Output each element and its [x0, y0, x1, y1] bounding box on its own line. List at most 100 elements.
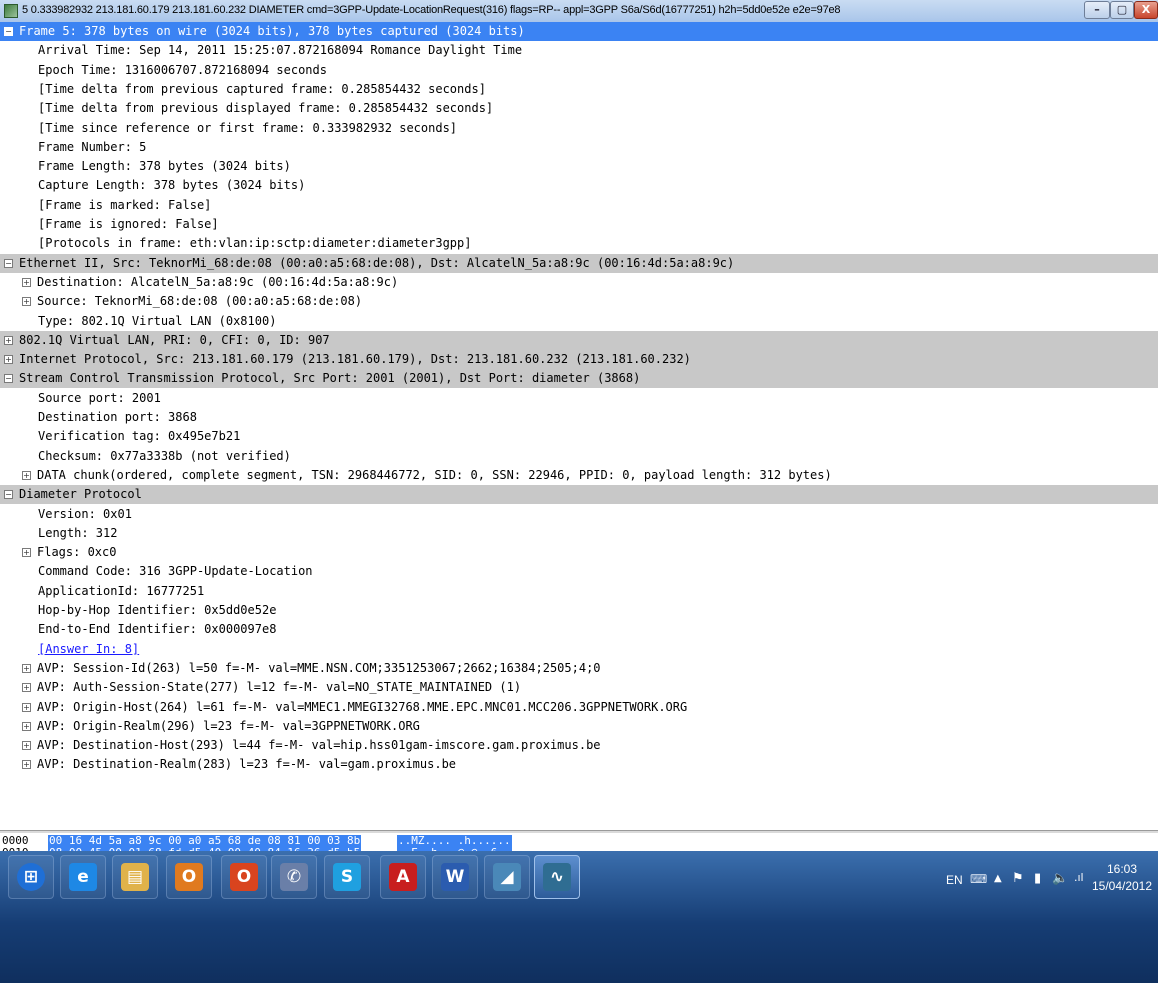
expand-icon[interactable]: + — [22, 470, 31, 480]
volume-icon[interactable]: 🔈 — [1052, 871, 1068, 886]
wireshark-icon[interactable]: ∿ — [534, 855, 580, 899]
word-icon-glyph: W — [441, 863, 469, 891]
tree-row[interactable]: Verification tag: 0x495e7b21 — [0, 427, 1158, 446]
battery-icon[interactable]: ▮ — [1034, 871, 1041, 886]
minimize-button[interactable]: – — [1084, 1, 1110, 19]
tree-row[interactable]: + AVP: Session-Id(263) l=50 f=-M- val=MME… — [0, 659, 1158, 678]
tree-row[interactable]: + DATA chunk(ordered, complete segment, T… — [0, 466, 1158, 485]
tree-row[interactable]: Hop-by-Hop Identifier: 0x5dd0e52e — [0, 601, 1158, 620]
file-explorer-icon[interactable]: ▤ — [112, 855, 158, 899]
tree-row[interactable]: Frame Length: 378 bytes (3024 bits) — [0, 157, 1158, 176]
tree-row[interactable]: [Frame is marked: False] — [0, 196, 1158, 215]
hex-ascii: ..MZ.... .h...... — [397, 834, 512, 847]
internet-explorer-icon-glyph: e — [69, 863, 97, 891]
tree-row-text: 802.1Q Virtual LAN, PRI: 0, CFI: 0, ID: … — [19, 332, 330, 347]
tree-row[interactable]: [Time since reference or first frame: 0.… — [0, 119, 1158, 138]
tree-row[interactable]: + Flags: 0xc0 — [0, 543, 1158, 562]
tree-row[interactable]: Source port: 2001 — [0, 389, 1158, 408]
office-o-icon[interactable]: O — [221, 855, 267, 899]
tree-row-text: [Time delta from previous displayed fram… — [38, 101, 494, 116]
tree-row[interactable]: Destination port: 3868 — [0, 408, 1158, 427]
protocol-header-row[interactable]: +802.1Q Virtual LAN, PRI: 0, CFI: 0, ID:… — [0, 330, 1158, 350]
system-tray: EN ⌨ ▲ ⚑ ▮ 🔈 .ıl 16:03 15/04/2012 — [940, 851, 1158, 983]
tree-row[interactable]: [Frame is ignored: False] — [0, 215, 1158, 234]
expand-icon[interactable]: + — [22, 277, 31, 287]
show-hidden-icons-icon[interactable]: ▲ — [994, 873, 1002, 884]
satellite-icon[interactable]: ✆ — [271, 855, 317, 899]
tree-row[interactable]: Frame Number: 5 — [0, 138, 1158, 157]
protocol-header-row[interactable]: + Internet Protocol, Src: 213.181.60.179 … — [0, 350, 1158, 370]
tree-row[interactable]: Command Code: 316 3GPP-Update-Location — [0, 562, 1158, 581]
tree-row[interactable]: Type: 802.1Q Virtual LAN (0x8100) — [0, 312, 1158, 331]
tree-row-text: Verification tag: 0x495e7b21 — [38, 429, 241, 444]
tree-row[interactable]: [Answer In: 8] — [0, 640, 1158, 659]
expand-icon[interactable]: + — [22, 297, 31, 307]
protocol-header-row[interactable]: − Diameter Protocol — [0, 485, 1158, 505]
keyboard-icon[interactable]: ⌨ — [970, 872, 987, 886]
expand-icon[interactable]: + — [22, 663, 31, 673]
expand-icon[interactable]: + — [22, 702, 31, 712]
expand-icon[interactable]: + — [22, 548, 31, 558]
tree-row[interactable]: + AVP: Auth-Session-State(277) l=12 f=-M-… — [0, 678, 1158, 697]
packet-details-tree[interactable]: − Frame 5: 378 bytes on wire (3024 bits),… — [0, 22, 1158, 830]
word-icon[interactable]: W — [432, 855, 478, 899]
tree-row[interactable]: End-to-End Identifier: 0x000097e8 — [0, 620, 1158, 639]
tree-row[interactable]: Checksum: 0x77a3338b (not verified) — [0, 447, 1158, 466]
tree-row[interactable]: [Time delta from previous captured frame… — [0, 80, 1158, 99]
protocol-header-row[interactable]: − Stream Control Transmission Protocol, S… — [0, 369, 1158, 389]
acrobat-icon[interactable]: A — [380, 855, 426, 899]
tree-row-text: Version: 0x01 — [38, 506, 132, 521]
tree-row[interactable]: + Destination: AlcatelN_5a:a8:9c (00:16:4… — [0, 273, 1158, 292]
tree-row[interactable]: Epoch Time: 1316006707.872168094 seconds — [0, 61, 1158, 80]
tree-row-text: AVP: Session-Id(263) l=50 f=-M- val=MME.… — [37, 660, 601, 675]
window-titlebar[interactable]: 5 0.333982932 213.181.60.179 213.181.60.… — [0, 0, 1158, 23]
collapse-icon[interactable]: − — [4, 490, 13, 500]
expand-icon[interactable]: + — [4, 355, 13, 365]
expand-icon[interactable]: + — [22, 683, 31, 693]
protocol-header-row[interactable]: − Ethernet II, Src: TeknorMi_68:de:08 (00… — [0, 253, 1158, 273]
tree-row-text: ApplicationId: 16777251 — [38, 583, 205, 598]
tree-row-text: AVP: Origin-Realm(296) l=23 f=-M- val=3G… — [37, 718, 420, 733]
close-button[interactable]: X — [1134, 1, 1158, 19]
collapse-icon[interactable]: − — [4, 27, 13, 36]
selected-tree-row[interactable]: − Frame 5: 378 bytes on wire (3024 bits),… — [0, 22, 1158, 41]
tree-row-text: Source port: 2001 — [38, 390, 161, 405]
tree-row[interactable]: Arrival Time: Sep 14, 2011 15:25:07.8721… — [0, 41, 1158, 60]
maximize-button[interactable]: ▢ — [1110, 1, 1134, 19]
answer-in-link[interactable]: [Answer In: 8] — [38, 640, 139, 659]
hex-offset: 0000 — [2, 834, 29, 847]
expand-icon[interactable]: + — [22, 760, 31, 770]
flag-icon[interactable]: ⚑ — [1012, 871, 1024, 886]
tree-row[interactable]: [Protocols in frame: eth:vlan:ip:sctp:di… — [0, 234, 1158, 253]
internet-explorer-icon[interactable]: e — [60, 855, 106, 899]
start-button[interactable]: ⊞ — [8, 855, 54, 899]
expand-icon[interactable]: + — [22, 721, 31, 731]
tree-row-text: [Time since reference or first frame: 0.… — [38, 120, 458, 135]
network-signal-icon[interactable]: .ıl — [1074, 871, 1084, 884]
tree-row-text: Frame Length: 378 bytes (3024 bits) — [38, 159, 291, 174]
clock[interactable]: 16:03 15/04/2012 — [1090, 861, 1154, 895]
tree-row-text: AVP: Origin-Host(264) l=61 f=-M- val=MME… — [37, 699, 688, 714]
tree-row[interactable]: [Time delta from previous displayed fram… — [0, 99, 1158, 118]
tree-row[interactable]: + AVP: Origin-Host(264) l=61 f=-M- val=MM… — [0, 698, 1158, 717]
tree-row[interactable]: + AVP: Origin-Realm(296) l=23 f=-M- val=3… — [0, 717, 1158, 736]
expand-icon[interactable]: + — [4, 335, 13, 345]
collapse-icon[interactable]: − — [4, 374, 13, 384]
tree-row[interactable]: Version: 0x01 — [0, 505, 1158, 524]
tree-row[interactable]: Length: 312 — [0, 524, 1158, 543]
outlook-icon[interactable]: O — [166, 855, 212, 899]
tree-row-text: Ethernet II, Src: TeknorMi_68:de:08 (00:… — [19, 255, 735, 270]
tree-row-text: Arrival Time: Sep 14, 2011 15:25:07.8721… — [38, 43, 523, 58]
tree-row[interactable]: + AVP: Destination-Realm(283) l=23 f=-M- … — [0, 755, 1158, 774]
collapse-icon[interactable]: − — [4, 258, 13, 268]
tree-row[interactable]: + AVP: Destination-Host(293) l=44 f=-M- v… — [0, 736, 1158, 755]
generic-app-icon[interactable]: ◢ — [484, 855, 530, 899]
language-indicator[interactable]: EN — [946, 873, 963, 887]
packet-bytes-pane[interactable]: 0000 00 16 4d 5a a8 9c 00 a0 a5 68 de 08 … — [0, 833, 1158, 908]
tree-row[interactable]: ApplicationId: 16777251 — [0, 582, 1158, 601]
tree-row-text: Internet Protocol, Src: 213.181.60.179 (… — [19, 352, 691, 367]
tree-row[interactable]: Capture Length: 378 bytes (3024 bits) — [0, 176, 1158, 195]
skype-icon[interactable]: S — [324, 855, 370, 899]
tree-row[interactable]: + Source: TeknorMi_68:de:08 (00:a0:a5:68:… — [0, 292, 1158, 311]
expand-icon[interactable]: + — [22, 741, 31, 751]
